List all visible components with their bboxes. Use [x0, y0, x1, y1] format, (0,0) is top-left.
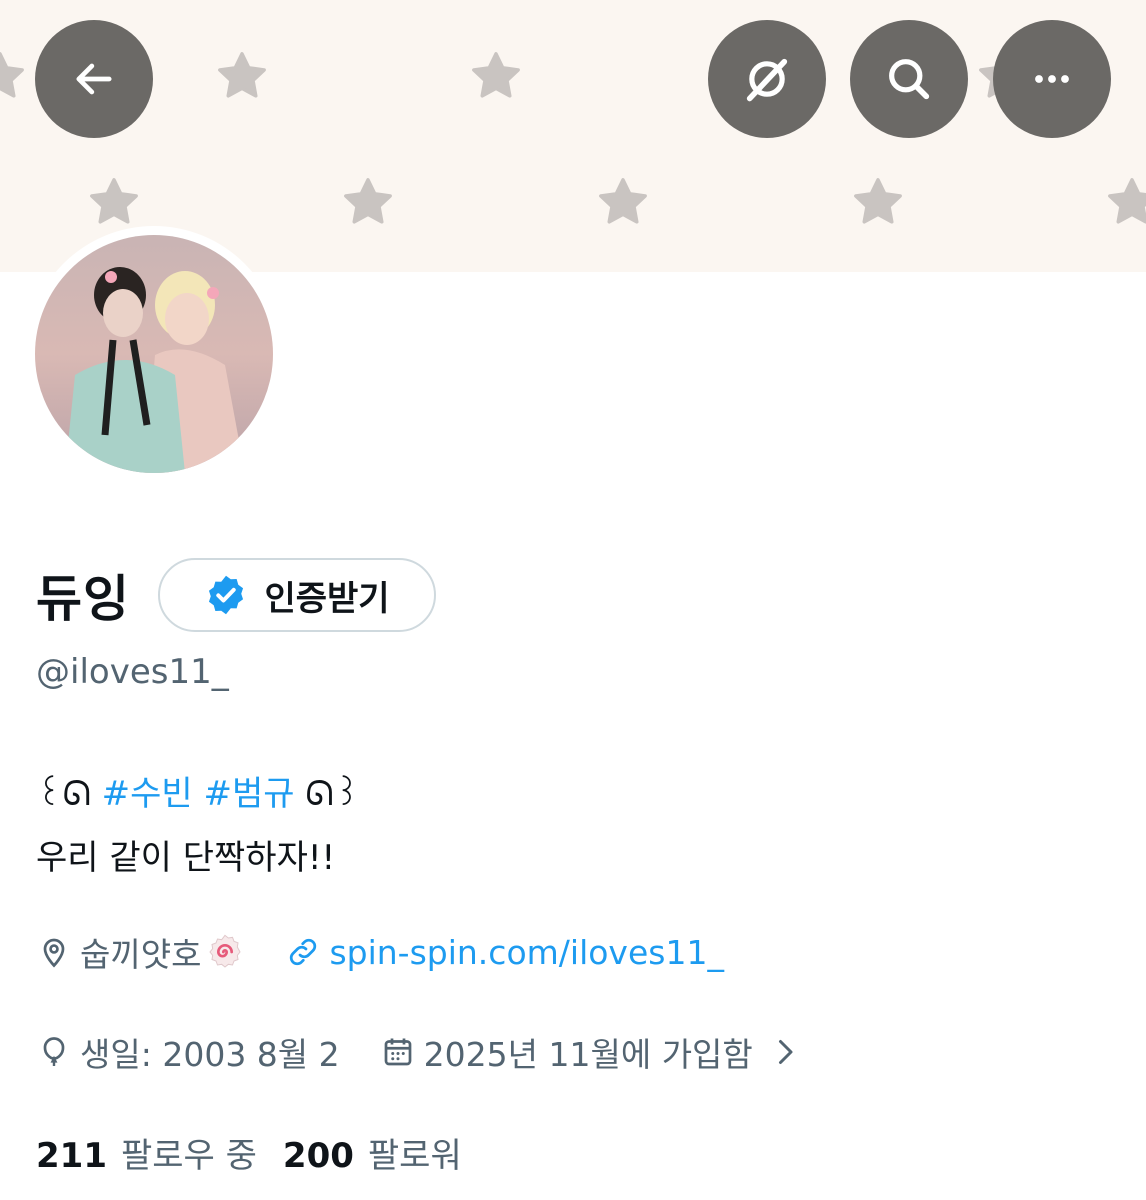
star-decoration — [1104, 174, 1146, 230]
get-verified-button[interactable]: 인증받기 — [158, 558, 436, 632]
star-decoration — [850, 174, 906, 230]
hashtag-link[interactable]: #범규 — [203, 774, 294, 814]
grok-button[interactable] — [708, 20, 826, 138]
follow-stats: 211 팔로우 중 200 팔로워 — [36, 1128, 488, 1177]
bio-deco-open: ꒰ᘏ — [36, 774, 91, 814]
avatar[interactable] — [26, 226, 282, 482]
calendar-icon — [380, 1034, 416, 1070]
star-decoration — [214, 48, 270, 104]
hashtag-link[interactable]: #수빈 — [102, 774, 193, 814]
fishcake-icon — [205, 932, 245, 972]
balloon-icon — [36, 1034, 72, 1070]
followers-label: 팔로워 — [367, 1136, 462, 1176]
bio-line-1: ꒰ᘏ #수빈 #범규 ᘏ꒱ — [36, 766, 360, 815]
bio-line-2: 우리 같이 단짝하자!! — [36, 838, 336, 878]
star-decoration — [0, 48, 28, 104]
location-icon — [36, 934, 72, 970]
star-decoration — [340, 174, 396, 230]
link-icon — [285, 934, 321, 970]
location-text: 숩끼얏호 — [80, 935, 202, 974]
avatar-image — [35, 235, 273, 473]
website-link[interactable]: spin-spin.com/iloves11_ — [329, 933, 724, 972]
followers-link[interactable]: 200 팔로워 — [283, 1128, 462, 1177]
profile-meta-row-2: 생일: 2003 8월 2 2025년 11월에 가입함 — [36, 1028, 811, 1076]
back-button[interactable] — [35, 20, 153, 138]
star-decoration — [595, 174, 651, 230]
get-verified-label: 인증받기 — [264, 578, 390, 619]
arrow-left-icon — [76, 63, 112, 95]
more-icon — [1035, 75, 1069, 83]
grok-icon — [746, 58, 788, 102]
search-button[interactable] — [850, 20, 968, 138]
followers-count: 200 — [282, 1136, 354, 1176]
verified-badge-icon — [209, 575, 244, 615]
name-row: 듀잉 인증받기 — [36, 558, 436, 632]
display-name: 듀잉 — [36, 570, 130, 628]
following-link[interactable]: 211 팔로우 중 — [36, 1128, 257, 1177]
search-icon — [889, 59, 930, 100]
following-label: 팔로우 중 — [120, 1136, 257, 1176]
following-count: 211 — [36, 1136, 107, 1176]
more-button[interactable] — [993, 20, 1111, 138]
bio-deco-close: ᘏ꒱ — [305, 774, 361, 814]
username: @iloves11_ — [36, 652, 229, 692]
star-decoration — [86, 174, 142, 230]
joined-text: 2025년 11월에 가입함 — [423, 1035, 753, 1074]
profile-meta-row-1: 숩끼얏호 spin-spin.com/iloves11_ — [36, 928, 724, 976]
chevron-right-icon[interactable] — [767, 1034, 803, 1070]
star-decoration — [468, 48, 524, 104]
birthday-text: 생일: 2003 8월 2 — [80, 1035, 340, 1074]
